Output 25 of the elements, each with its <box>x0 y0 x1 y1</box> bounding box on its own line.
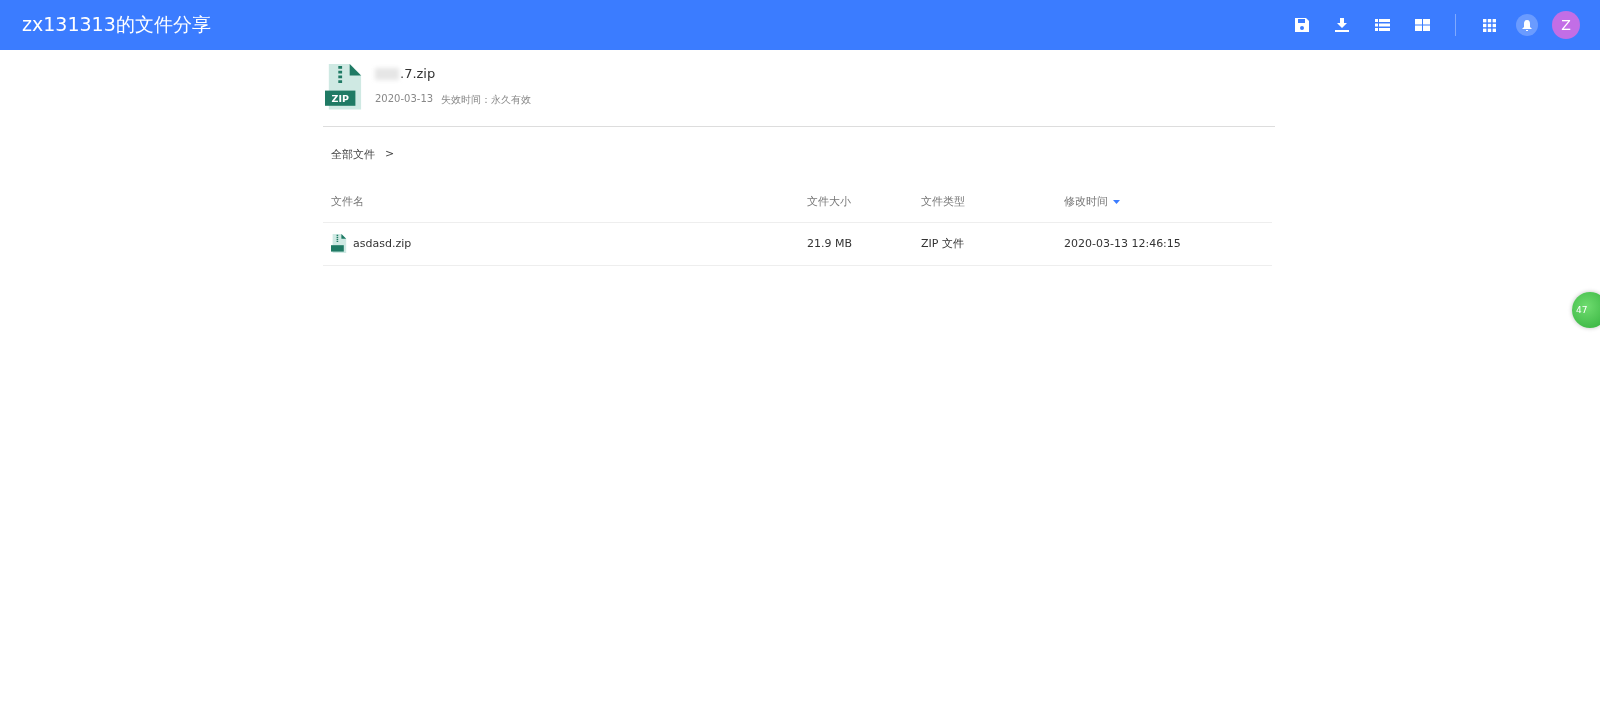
expiry-text: 失效时间：永久有效 <box>441 93 532 108</box>
modified-time: 2020-03-13 12:46:15 <box>1064 237 1182 251</box>
file-type: ZIP 文件 <box>921 236 965 252</box>
download-icon <box>1335 18 1349 32</box>
zip-file-icon <box>331 234 347 254</box>
file-size: 21.9 MB <box>807 237 854 251</box>
column-header[interactable]: 文件类型 <box>921 194 965 210</box>
user-avatar[interactable]: Z <box>1552 11 1580 39</box>
sort-caret-icon <box>1113 199 1120 204</box>
blurred-text <box>375 67 399 80</box>
share-date: 2020-03-13 <box>375 93 434 107</box>
tiles-icon <box>1414 19 1430 31</box>
file-name-link[interactable]: asdasd.zip <box>353 237 412 251</box>
column-header[interactable]: 文件名 <box>331 194 364 210</box>
page-title: zx131313的文件分享 <box>22 12 211 37</box>
shared-file-name: .7.zip <box>400 66 436 82</box>
notification-button[interactable] <box>1516 14 1538 36</box>
apps-grid-icon <box>1482 18 1496 32</box>
breadcrumb-link[interactable]: 全部文件 <box>331 146 375 162</box>
zip-file-icon: ZIP <box>325 64 363 110</box>
bell-icon <box>1522 19 1532 31</box>
breadcrumb-separator: > <box>385 146 395 162</box>
list-icon <box>1374 19 1390 31</box>
column-header[interactable]: 文件大小 <box>807 194 851 210</box>
column-header[interactable]: 修改时间 <box>1064 194 1108 210</box>
